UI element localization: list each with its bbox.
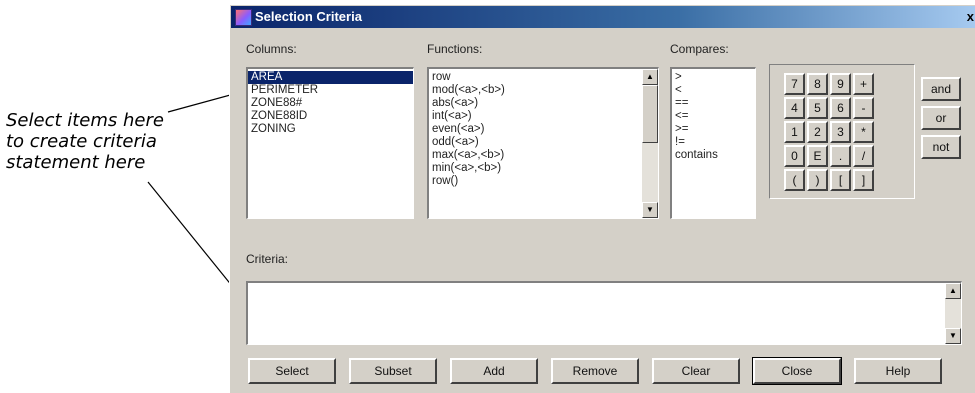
function-item[interactable]: even(<a>) <box>429 123 658 136</box>
clear-button[interactable]: Clear <box>652 358 740 384</box>
columns-listbox[interactable]: AREA PERIMETER ZONE88# ZONE88ID ZONING <box>246 67 414 219</box>
criteria-textarea[interactable]: ▲ ▼ <box>246 281 962 345</box>
key-open-paren[interactable]: ( <box>784 169 805 191</box>
and-button[interactable]: and <box>921 77 961 101</box>
compare-item[interactable]: >= <box>672 123 755 136</box>
functions-listbox[interactable]: row mod(<a>,<b>) abs(<a>) int(<a>) even(… <box>427 67 659 219</box>
scroll-up-icon[interactable]: ▲ <box>945 283 961 299</box>
key-0[interactable]: 0 <box>784 145 805 167</box>
key-1[interactable]: 1 <box>784 121 805 143</box>
function-item[interactable]: abs(<a>) <box>429 97 658 110</box>
compare-item[interactable]: > <box>672 71 755 84</box>
key-close-bracket[interactable]: ] <box>853 169 874 191</box>
scrollbar-thumb[interactable] <box>642 85 658 143</box>
column-item[interactable]: ZONE88ID <box>248 110 413 123</box>
scroll-down-icon[interactable]: ▼ <box>642 202 658 218</box>
functions-label: Functions: <box>427 42 483 56</box>
key-3[interactable]: 3 <box>830 121 851 143</box>
criteria-value <box>248 283 961 296</box>
columns-label: Columns: <box>246 42 297 56</box>
not-button[interactable]: not <box>921 135 961 159</box>
annotation-line-3: statement here <box>6 152 146 173</box>
key-5[interactable]: 5 <box>807 97 828 119</box>
key-open-bracket[interactable]: [ <box>830 169 851 191</box>
key-multiply[interactable]: * <box>853 121 874 143</box>
select-button[interactable]: Select <box>248 358 336 384</box>
key-4[interactable]: 4 <box>784 97 805 119</box>
compare-item[interactable]: == <box>672 97 755 110</box>
key-8[interactable]: 8 <box>807 73 828 95</box>
function-item[interactable]: row <box>429 71 658 84</box>
selection-criteria-dialog: Selection Criteria x Columns: AREA PERIM… <box>229 4 975 393</box>
compare-item[interactable]: != <box>672 136 755 149</box>
key-9[interactable]: 9 <box>830 73 851 95</box>
annotation-line-1: Select items here <box>6 110 164 131</box>
scroll-up-icon[interactable]: ▲ <box>642 69 658 85</box>
operator-keypad: 7 8 9 + 4 5 6 - 1 2 3 * 0 E . / ( ) [ ] <box>769 64 915 199</box>
subset-button[interactable]: Subset <box>349 358 437 384</box>
or-button[interactable]: or <box>921 106 961 130</box>
key-plus[interactable]: + <box>853 73 874 95</box>
compares-listbox[interactable]: > < == <= >= != contains <box>670 67 756 219</box>
window-title: Selection Criteria <box>255 9 362 24</box>
function-item[interactable]: min(<a>,<b>) <box>429 162 658 175</box>
key-divide[interactable]: / <box>853 145 874 167</box>
key-minus[interactable]: - <box>853 97 874 119</box>
app-icon <box>235 9 252 26</box>
key-close-paren[interactable]: ) <box>807 169 828 191</box>
column-item[interactable]: ZONING <box>248 123 413 136</box>
key-2[interactable]: 2 <box>807 121 828 143</box>
key-7[interactable]: 7 <box>784 73 805 95</box>
column-item[interactable]: ZONE88# <box>248 97 413 110</box>
function-item[interactable]: odd(<a>) <box>429 136 658 149</box>
close-button[interactable]: Close <box>752 357 842 385</box>
column-item[interactable]: AREA <box>248 71 413 84</box>
functions-scrollbar[interactable]: ▲ ▼ <box>642 69 658 218</box>
add-button[interactable]: Add <box>450 358 538 384</box>
compare-item[interactable]: <= <box>672 110 755 123</box>
compare-item[interactable]: contains <box>672 149 755 162</box>
scroll-down-icon[interactable]: ▼ <box>945 328 961 344</box>
annotation-line-2: to create criteria <box>6 131 157 152</box>
key-decimal[interactable]: . <box>830 145 851 167</box>
help-button[interactable]: Help <box>854 358 942 384</box>
criteria-scrollbar[interactable]: ▲ ▼ <box>945 283 961 344</box>
function-item[interactable]: mod(<a>,<b>) <box>429 84 658 97</box>
title-bar[interactable]: Selection Criteria x <box>231 6 975 28</box>
key-e[interactable]: E <box>807 145 828 167</box>
annotation-callout: Select items here to create criteria sta… <box>6 110 216 173</box>
remove-button[interactable]: Remove <box>551 358 639 384</box>
compare-item[interactable]: < <box>672 84 755 97</box>
function-item[interactable]: row() <box>429 175 658 188</box>
column-item[interactable]: PERIMETER <box>248 84 413 97</box>
function-item[interactable]: int(<a>) <box>429 110 658 123</box>
compares-label: Compares: <box>670 42 729 56</box>
close-icon[interactable]: x <box>967 6 974 28</box>
criteria-label: Criteria: <box>246 252 289 266</box>
key-6[interactable]: 6 <box>830 97 851 119</box>
function-item[interactable]: max(<a>,<b>) <box>429 149 658 162</box>
